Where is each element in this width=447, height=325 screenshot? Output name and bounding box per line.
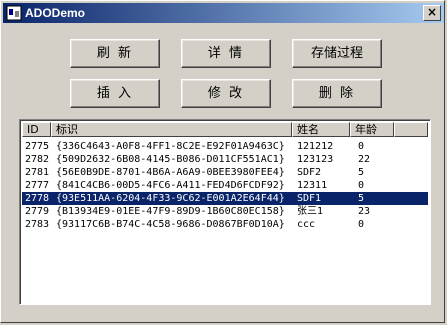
- cell-guid: {93117C6B-B74C-4C58-9686-D0867BF0D10A}: [56, 219, 285, 230]
- cell-id: 2781: [25, 167, 50, 178]
- column-header-name[interactable]: 姓名: [292, 122, 350, 137]
- cell-guid: {93E511AA-6204-4F33-9C62-E001A2E64F44}: [56, 193, 285, 204]
- column-header-guid[interactable]: 标识: [51, 122, 292, 137]
- table-row[interactable]: 2779 {B13934E9-01EE-47F9-89D9-1B60C80EC15…: [22, 205, 428, 218]
- refresh-button[interactable]: 刷 新: [70, 39, 160, 68]
- cell-name: 121212: [297, 141, 334, 152]
- cell-id: 2778: [25, 193, 50, 204]
- cell-id: 2779: [25, 206, 50, 217]
- table-row[interactable]: 2778 {93E511AA-6204-4F33-9C62-E001A2E64F4…: [22, 192, 428, 205]
- cell-id: 2777: [25, 180, 50, 191]
- column-header-id[interactable]: ID: [22, 122, 51, 137]
- insert-button[interactable]: 插 入: [70, 79, 160, 108]
- records-list[interactable]: ID 标识 姓名 年龄 2775 {336C4643-A0F8-4FF1-8C2E…: [19, 119, 431, 305]
- cell-guid: {841C4CB6-00D5-4FC6-A411-FED4D6FCDF92}: [56, 180, 285, 191]
- cell-id: 2782: [25, 154, 50, 165]
- cell-name: ccc: [297, 219, 316, 230]
- close-button[interactable]: ×: [423, 5, 441, 21]
- title-bar[interactable]: ADODemo ×: [3, 3, 444, 23]
- stored-procedure-button[interactable]: 存储过程: [292, 39, 382, 68]
- delete-button[interactable]: 删 除: [292, 79, 382, 108]
- cell-age: 22: [358, 154, 371, 165]
- cell-guid: {56E0B9DE-8701-4B6A-A6A9-0BEE3980FEE4}: [56, 167, 285, 178]
- cell-name: 张三1: [297, 206, 324, 217]
- cell-age: 0: [358, 219, 365, 230]
- main-window: ADODemo × 刷 新 详 情 存储过程 插 入 修 改 删 除 ID 标识…: [0, 0, 445, 323]
- table-row[interactable]: 2783 {93117C6B-B74C-4C58-9686-D0867BF0D10…: [22, 218, 428, 231]
- cell-id: 2775: [25, 141, 50, 152]
- cell-guid: {509D2632-6B08-4145-B086-D011CF551AC1}: [56, 154, 285, 165]
- cell-guid: {B13934E9-01EE-47F9-89D9-1B60C80EC158}: [56, 206, 285, 217]
- cell-name: SDF2: [297, 167, 322, 178]
- window-title: ADODemo: [25, 6, 86, 20]
- cell-age: 5: [358, 193, 365, 204]
- cell-id: 2783: [25, 219, 50, 230]
- details-button[interactable]: 详 情: [181, 39, 271, 68]
- cell-guid: {336C4643-A0F8-4FF1-8C2E-E92F01A9463C}: [56, 141, 285, 152]
- cell-name: SDF1: [297, 193, 322, 204]
- app-icon: [6, 5, 22, 21]
- column-header-filler: [394, 122, 428, 137]
- cell-age: 0: [358, 141, 365, 152]
- cell-age: 0: [358, 180, 365, 191]
- modify-button[interactable]: 修 改: [181, 79, 271, 108]
- cell-name: 12311: [297, 180, 328, 191]
- cell-age: 5: [358, 167, 365, 178]
- column-header-age[interactable]: 年龄: [350, 122, 394, 137]
- table-row[interactable]: 2777 {841C4CB6-00D5-4FC6-A411-FED4D6FCDF9…: [22, 179, 428, 192]
- cell-name: 123123: [297, 154, 334, 165]
- table-row[interactable]: 2775 {336C4643-A0F8-4FF1-8C2E-E92F01A9463…: [22, 140, 428, 153]
- table-row[interactable]: 2781 {56E0B9DE-8701-4B6A-A6A9-0BEE3980FEE…: [22, 166, 428, 179]
- table-row[interactable]: 2782 {509D2632-6B08-4145-B086-D011CF551AC…: [22, 153, 428, 166]
- cell-age: 23: [358, 206, 371, 217]
